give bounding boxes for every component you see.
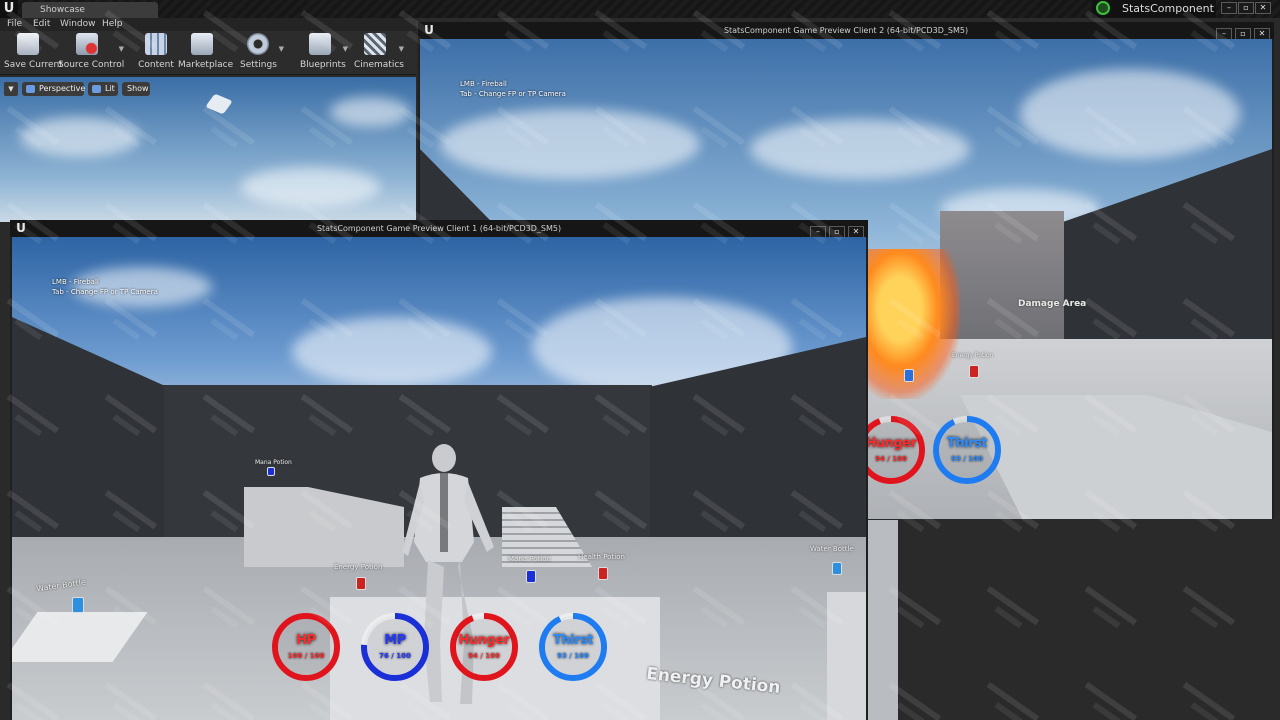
client-2-controls-hint: LMB - Fireball Tab - Change FP or TP Cam… [460, 80, 566, 98]
client-1-controls-hint: LMB - Fireball Tab - Change FP or TP Cam… [52, 278, 158, 296]
cloud [440, 109, 700, 179]
project-icon [1096, 1, 1110, 15]
mp-stat-value: 76 / 100 [379, 652, 411, 660]
marketplace-icon [191, 33, 213, 55]
cloud [1020, 69, 1240, 159]
thirst-stat-value: 93 / 100 [951, 455, 983, 463]
project-name-badge: StatsComponent [1092, 0, 1216, 18]
chevron-down-icon[interactable]: ▼ [399, 45, 404, 53]
level-tab[interactable]: Showcase [22, 2, 158, 18]
client-2-thirst-ring: Thirst 93 / 100 [932, 415, 1002, 485]
content-button[interactable]: Content [138, 33, 174, 70]
potion-item [904, 369, 914, 382]
thirst-stat-value: 93 / 100 [557, 652, 589, 660]
client-1-title-bar: U StatsComponent Game Preview Client 1 (… [10, 220, 868, 238]
project-name-label: StatsComponent [1122, 2, 1214, 15]
hunger-stat-value: 94 / 100 [468, 652, 500, 660]
menu-edit[interactable]: Edit [33, 18, 50, 31]
blueprints-icon [309, 33, 331, 55]
client-1-hunger-ring: Hunger 94 / 100 [449, 612, 519, 682]
show-button[interactable]: Show [122, 82, 150, 96]
mana-potion-label: Mana Potion [508, 555, 551, 563]
lit-icon [92, 85, 101, 93]
potion-item [267, 467, 275, 476]
unreal-logo-icon: U [424, 23, 434, 37]
damage-area-label: Damage Area [1018, 299, 1087, 309]
lit-button[interactable]: Lit [88, 82, 118, 96]
cloud [240, 167, 380, 207]
potion-item [832, 562, 842, 575]
menu-help[interactable]: Help [102, 18, 123, 31]
editor-background [898, 520, 1280, 720]
perspective-button[interactable]: Perspective [22, 82, 85, 96]
hp-stat-value: 100 / 100 [287, 652, 325, 660]
client-2-title-bar: U StatsComponent Game Preview Client 2 (… [418, 22, 1274, 40]
save-current-button[interactable]: Save Current [4, 33, 63, 70]
chevron-down-icon[interactable]: ▼ [279, 45, 284, 53]
source-control-button[interactable]: Source Control ▼ [58, 33, 124, 70]
editor-maximize-button[interactable]: ▫ [1238, 2, 1254, 14]
menu-file[interactable]: File [7, 18, 22, 31]
save-icon [17, 33, 39, 55]
settings-button[interactable]: Settings ▼ [240, 33, 284, 70]
cloud [330, 97, 410, 127]
chevron-down-icon[interactable]: ▼ [119, 45, 124, 53]
editor-toolbar: Save Current Source Control ▼ Content Ma… [0, 31, 416, 75]
editor-tab-bar [0, 0, 1280, 18]
unreal-logo-icon: U [16, 221, 26, 235]
perspective-icon [26, 85, 35, 93]
client-1-title: StatsComponent Game Preview Client 1 (64… [316, 224, 562, 233]
cloud [292, 317, 492, 387]
energy-potion-label: Energy Potion [334, 563, 383, 571]
editor-viewport-floor [868, 520, 898, 720]
client-1-game-view[interactable]: Mana Potion Energy Potion Mana Potion He… [12, 237, 866, 720]
blueprints-button[interactable]: Blueprints ▼ [300, 33, 348, 70]
marketplace-button[interactable]: Marketplace [178, 33, 233, 70]
client-1-mp-ring: MP 76 / 100 [360, 612, 430, 682]
potion-item [72, 597, 84, 613]
potion-item [356, 577, 366, 590]
health-potion-label: Health Potion [578, 553, 625, 561]
chevron-down-icon[interactable]: ▼ [343, 45, 348, 53]
client-1-hp-ring: HP 100 / 100 [271, 612, 341, 682]
potion-item [969, 365, 979, 378]
potion-item [526, 570, 536, 583]
energy-potion-label: Energy Potion [952, 352, 994, 359]
editor-menu-bar: File Edit Window Help [0, 18, 416, 31]
cloud [20, 117, 140, 157]
potion-item [598, 567, 608, 580]
thirst-stat-name: Thirst [947, 436, 987, 451]
cloud [750, 119, 970, 179]
mp-stat-name: MP [384, 633, 406, 648]
viewport-options-dropdown[interactable]: ▼ [4, 82, 18, 96]
menu-window[interactable]: Window [60, 18, 96, 31]
water-bottle-label: Water Bottle [810, 545, 854, 553]
thirst-stat-name: Thirst [553, 633, 593, 648]
mana-potion-label: Mana Potion [255, 459, 292, 466]
editor-close-button[interactable]: ✕ [1255, 2, 1271, 14]
cinematics-icon [364, 33, 386, 55]
hunger-stat-name: Hunger [458, 633, 510, 648]
client-2-title: StatsComponent Game Preview Client 2 (64… [723, 26, 969, 35]
cinematics-button[interactable]: Cinematics ▼ [354, 33, 404, 70]
content-icon [145, 33, 167, 55]
game-preview-client-1-window[interactable]: U StatsComponent Game Preview Client 1 (… [10, 220, 868, 720]
source-control-icon [76, 33, 98, 55]
item-pedestal [827, 592, 866, 720]
settings-icon [247, 33, 269, 55]
client-1-thirst-ring: Thirst 93 / 100 [538, 612, 608, 682]
editor-minimize-button[interactable]: – [1221, 2, 1237, 14]
editor-viewport[interactable] [0, 77, 416, 222]
directional-light-icon[interactable] [205, 93, 233, 115]
hp-stat-name: HP [296, 633, 316, 648]
unreal-logo-icon: U [0, 0, 18, 18]
